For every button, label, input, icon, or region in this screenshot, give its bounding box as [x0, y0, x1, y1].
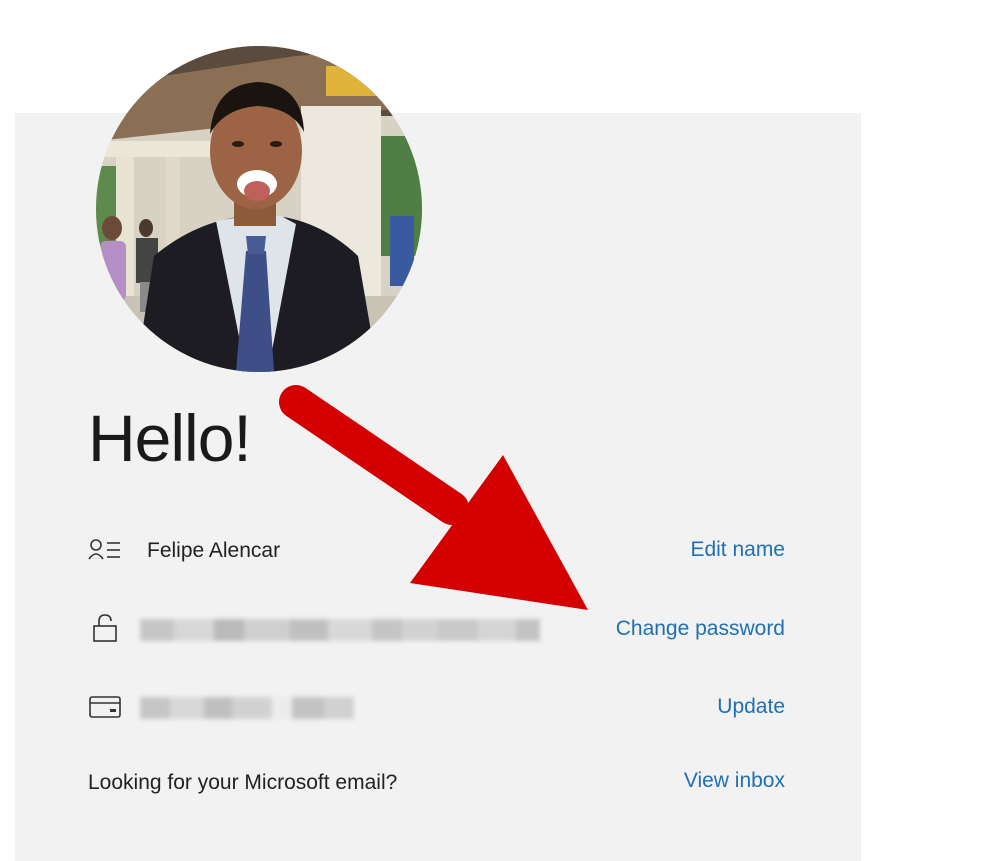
profile-photo — [96, 46, 422, 372]
edit-name-link[interactable]: Edit name — [690, 536, 785, 564]
account-page: Hello! Felipe Alencar Edit name Change p… — [0, 0, 984, 861]
masked-payment — [140, 697, 354, 719]
greeting-heading: Hello! — [88, 401, 252, 475]
credit-card-icon — [88, 692, 122, 722]
account-name: Felipe Alencar — [147, 539, 281, 562]
change-password-link[interactable]: Change password — [616, 615, 785, 643]
update-payment-link[interactable]: Update — [717, 693, 785, 721]
lock-icon — [92, 613, 126, 643]
masked-email — [140, 619, 540, 641]
person-icon — [88, 537, 122, 567]
profile-avatar — [96, 46, 422, 372]
email-prompt: Looking for your Microsoft email? — [88, 771, 398, 794]
view-inbox-link[interactable]: View inbox — [684, 767, 785, 795]
